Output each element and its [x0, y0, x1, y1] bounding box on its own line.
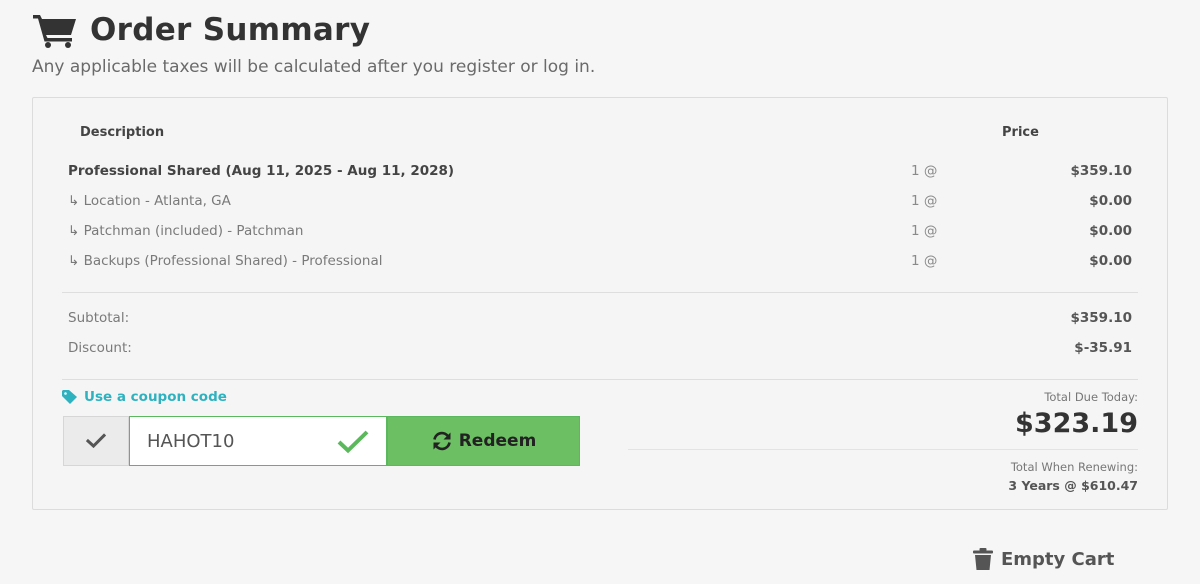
header: Order Summary [32, 12, 370, 48]
renewal-label: Total When Renewing: [1010, 460, 1138, 474]
coupon-status-addon [63, 416, 129, 466]
line-item-description: ↳ Patchman (included) - Patchman [68, 223, 304, 239]
subtotal-label: Subtotal: [68, 310, 130, 326]
total-due-label: Total Due Today: [1044, 390, 1138, 404]
divider [628, 449, 1138, 450]
line-item-description: ↳ Location - Atlanta, GA [68, 193, 231, 209]
check-icon [86, 433, 106, 449]
line-item: Professional Shared (Aug 11, 2025 - Aug … [68, 163, 1132, 185]
line-item: ↳ Patchman (included) - Patchman 1 @ $0.… [68, 223, 1132, 245]
valid-check-icon [337, 430, 369, 454]
empty-cart-button[interactable]: Empty Cart [973, 548, 1114, 570]
coupon-form: Redeem [63, 416, 580, 466]
discount-label: Discount: [68, 340, 132, 356]
column-header-price: Price [1002, 125, 1039, 140]
line-item-qty: 1 @ [911, 253, 938, 269]
summary-box: Description Price Professional Shared (A… [32, 97, 1168, 510]
empty-cart-label: Empty Cart [1001, 548, 1115, 570]
line-item-qty: 1 @ [911, 163, 938, 179]
order-summary-page: Order Summary Any applicable taxes will … [0, 0, 1200, 584]
line-item-qty: 1 @ [911, 223, 938, 239]
refresh-icon [432, 431, 451, 451]
line-item-price: $0.00 [1089, 223, 1132, 239]
line-item-qty: 1 @ [911, 193, 938, 209]
use-coupon-link[interactable]: Use a coupon code [62, 389, 227, 405]
redeem-button[interactable]: Redeem [387, 416, 580, 466]
renewal-value: 3 Years @ $610.47 [1008, 478, 1138, 493]
line-item-description: Professional Shared (Aug 11, 2025 - Aug … [68, 163, 455, 179]
line-item-price: $359.10 [1070, 163, 1133, 179]
page-title: Order Summary [90, 12, 371, 48]
coupon-input-wrapper [129, 416, 387, 466]
shopping-cart-icon [33, 15, 76, 48]
trash-icon [973, 548, 993, 570]
column-header-description: Description [80, 125, 165, 140]
divider [62, 379, 1138, 380]
redeem-label: Redeem [458, 431, 537, 451]
divider [62, 292, 1138, 293]
tag-icon [62, 390, 77, 404]
line-item-price: $0.00 [1089, 193, 1132, 209]
line-item: ↳ Location - Atlanta, GA 1 @ $0.00 [68, 193, 1132, 215]
line-item-price: $0.00 [1089, 253, 1132, 269]
tax-note: Any applicable taxes will be calculated … [32, 57, 596, 77]
line-item-description: ↳ Backups (Professional Shared) - Profes… [68, 253, 383, 269]
subtotal-value: $359.10 [1070, 310, 1133, 326]
line-item: ↳ Backups (Professional Shared) - Profes… [68, 253, 1132, 275]
total-due-value: $323.19 [1015, 408, 1138, 439]
use-coupon-label: Use a coupon code [84, 389, 227, 405]
discount-value: $-35.91 [1074, 340, 1132, 356]
